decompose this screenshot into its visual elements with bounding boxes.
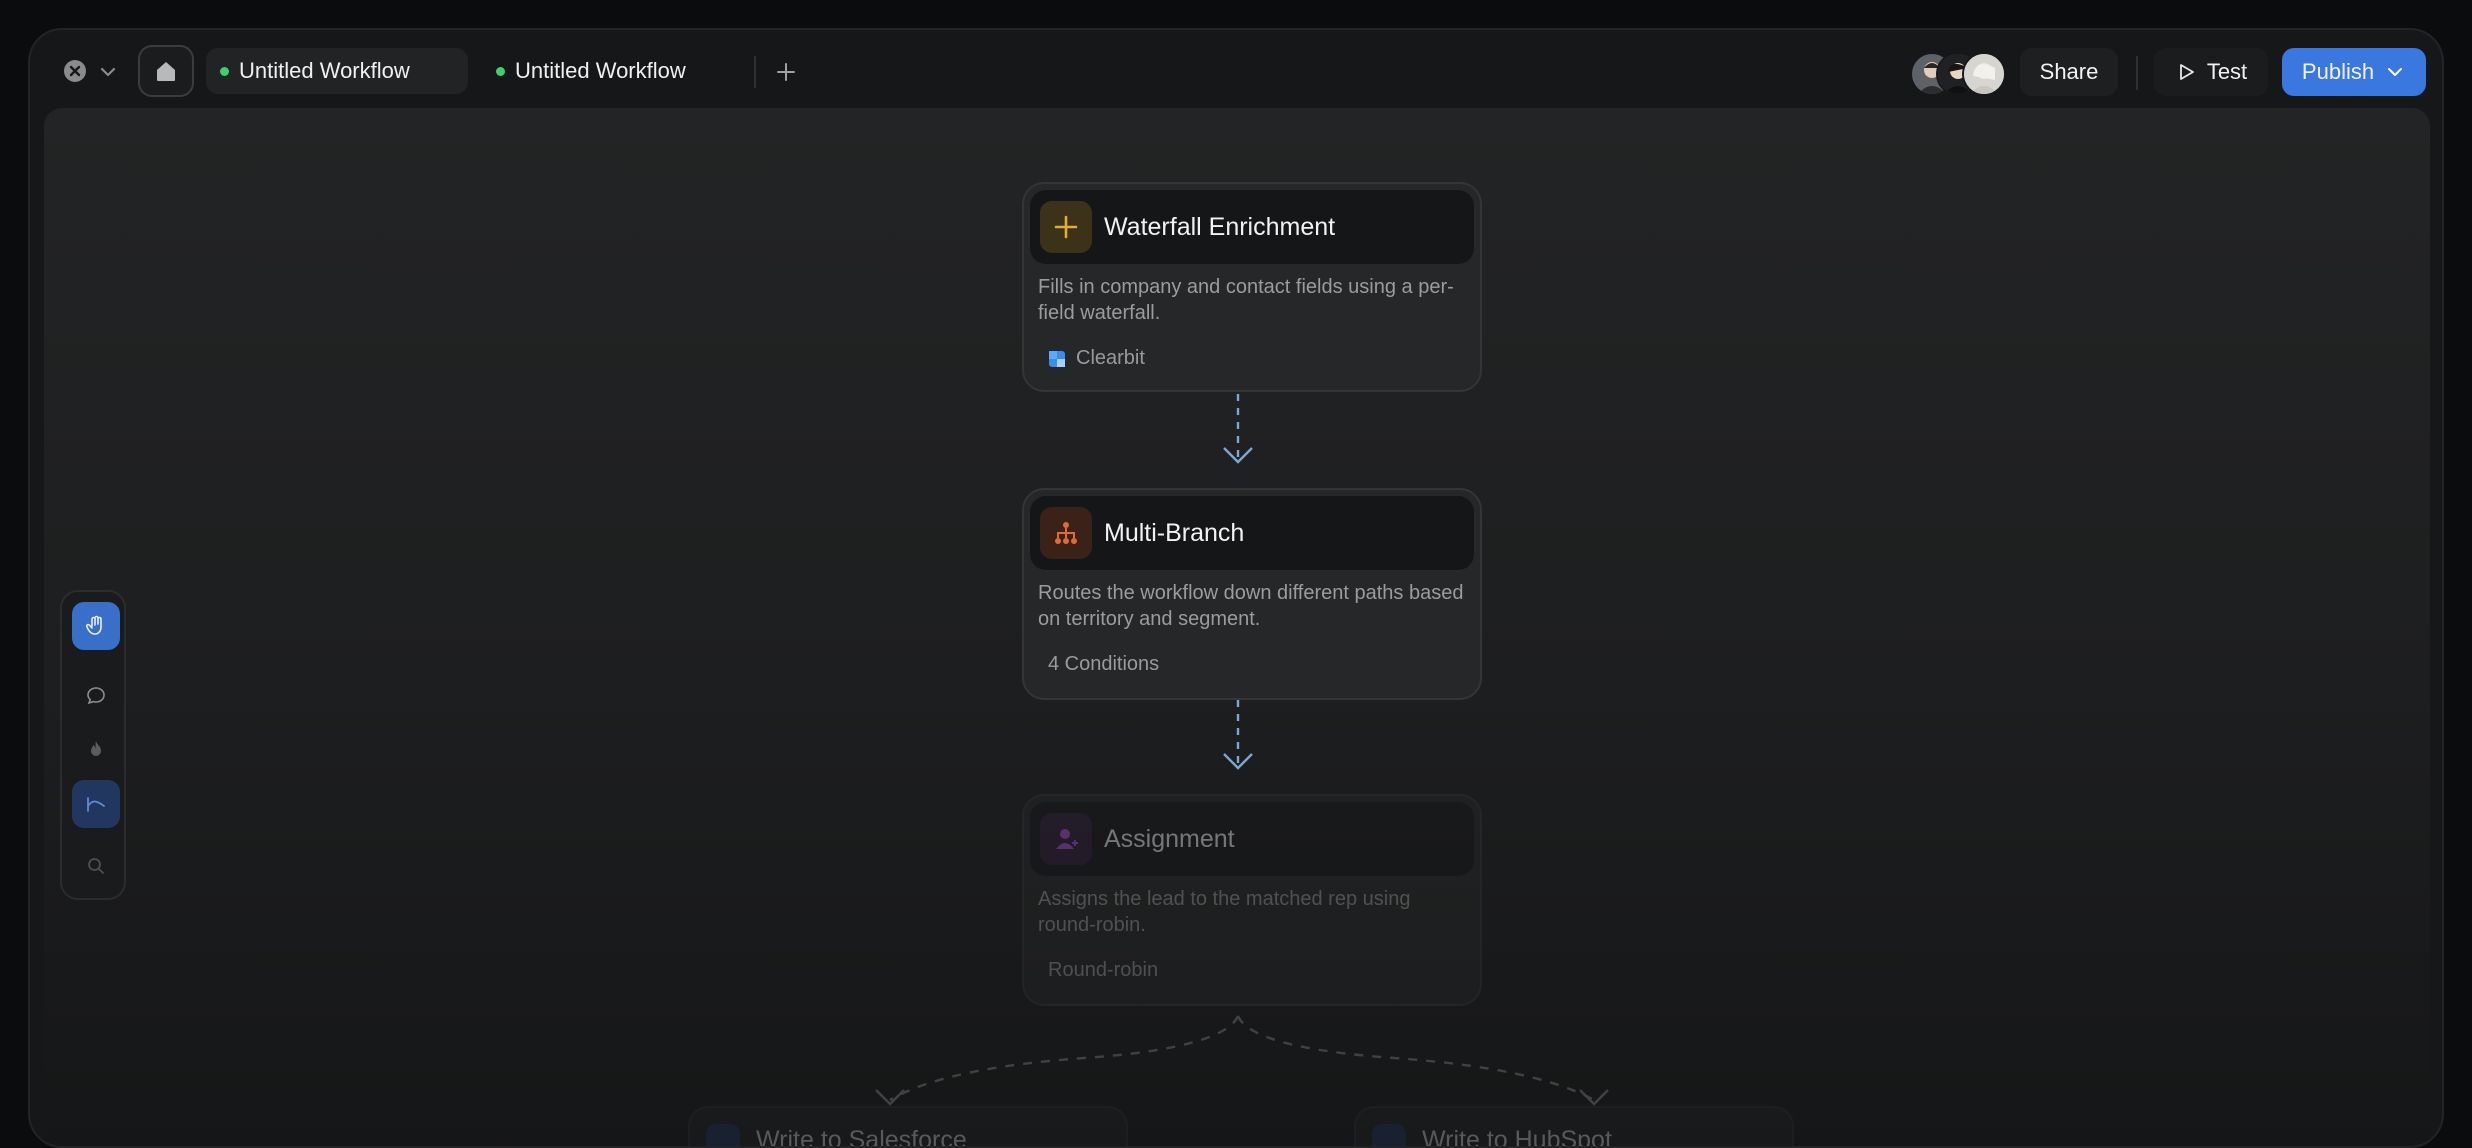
node-waterfall-enrichment[interactable]: Waterfall Enrichment Fills in company an… <box>1022 182 1482 392</box>
test-button[interactable]: Test <box>2154 48 2268 96</box>
share-button[interactable]: Share <box>2020 48 2118 96</box>
chevron-down-icon <box>2388 68 2403 76</box>
node-footer-label: Clearbit <box>1076 347 1145 369</box>
header-divider <box>2136 56 2138 90</box>
node-description: Assigns the lead to the matched rep usin… <box>1038 888 1411 936</box>
clearbit-icon <box>1049 350 1065 367</box>
node-header: Multi-Branch <box>1030 496 1474 570</box>
arrow-icon <box>1579 1089 1609 1106</box>
search-tool-button[interactable] <box>72 842 120 890</box>
node-header: Assignment <box>1030 802 1474 876</box>
node-assignment[interactable]: Assignment Assigns the lead to the match… <box>1022 794 1482 1006</box>
fire-icon <box>91 741 101 756</box>
avatar <box>1962 52 2006 96</box>
branch-icon <box>1040 507 1092 559</box>
node-write-to-hubspot[interactable]: Write to HubSpot <box>1354 1106 1794 1148</box>
node-footer-label: Round-robin <box>1048 959 1159 981</box>
node-footer-label: 4 Conditions <box>1048 653 1160 675</box>
publish-label: Publish <box>2301 59 2375 84</box>
publish-button[interactable]: Publish <box>2282 48 2426 96</box>
trend-icon <box>87 797 105 812</box>
status-dot <box>220 66 229 76</box>
node-title: Write to Salesforce <box>756 1126 967 1148</box>
node-footer: Round-robin <box>1048 959 1158 982</box>
workflow-canvas[interactable]: Waterfall Enrichment Fills in company an… <box>44 108 2430 1148</box>
canvas-toolbar <box>60 590 126 900</box>
app-window: Untitled Workflow Untitled Workflow Shar… <box>28 28 2444 1148</box>
tab-divider <box>754 56 756 88</box>
comment-icon <box>87 687 105 705</box>
add-tab-button[interactable] <box>770 56 802 88</box>
hand-icon <box>85 615 102 635</box>
share-label: Share <box>2039 59 2099 84</box>
top-bar: Untitled Workflow Untitled Workflow Shar… <box>30 30 2442 106</box>
user-assign-icon <box>1040 813 1092 865</box>
plus-icon <box>777 63 795 81</box>
tab-workflow-1[interactable]: Untitled Workflow <box>206 48 468 94</box>
branch-line <box>889 1015 1240 1102</box>
fire-tool-button[interactable] <box>72 726 120 774</box>
home-button[interactable] <box>138 45 194 97</box>
chevron-down-icon[interactable] <box>96 60 120 84</box>
node-title: Write to HubSpot <box>1422 1126 1612 1148</box>
play-icon <box>2179 64 2194 80</box>
node-multi-branch[interactable]: Multi-Branch Routes the workflow down di… <box>1022 488 1482 700</box>
node-description: Routes the workflow down different paths… <box>1038 582 1464 630</box>
hand-tool-button[interactable] <box>72 602 120 650</box>
status-dot <box>496 66 505 76</box>
collaborator-avatars[interactable] <box>1910 52 2030 96</box>
tab-workflow-2[interactable]: Untitled Workflow <box>482 48 744 94</box>
arrow-icon <box>875 1089 905 1106</box>
node-title: Assignment <box>1104 824 1235 853</box>
home-icon <box>157 62 175 81</box>
plus-icon <box>1040 201 1092 253</box>
tab-label: Untitled Workflow <box>515 58 686 83</box>
node-title: Multi-Branch <box>1104 518 1245 547</box>
search-icon <box>88 858 104 874</box>
node-footer: Clearbit <box>1048 347 1145 370</box>
comment-tool-button[interactable] <box>72 672 120 720</box>
salesforce-icon <box>706 1124 740 1146</box>
node-description: Fills in company and contact fields usin… <box>1038 276 1454 324</box>
tab-label: Untitled Workflow <box>239 58 410 83</box>
node-header: Waterfall Enrichment <box>1030 190 1474 264</box>
node-write-to-salesforce[interactable]: Write to Salesforce <box>688 1106 1128 1148</box>
test-label: Test <box>2206 59 2248 84</box>
branch-line <box>1236 1015 1595 1102</box>
trend-tool-button[interactable] <box>72 780 120 828</box>
close-icon[interactable] <box>62 58 88 84</box>
node-title: Waterfall Enrichment <box>1104 212 1336 241</box>
node-footer: 4 Conditions <box>1048 653 1159 676</box>
hubspot-icon <box>1372 1124 1406 1146</box>
